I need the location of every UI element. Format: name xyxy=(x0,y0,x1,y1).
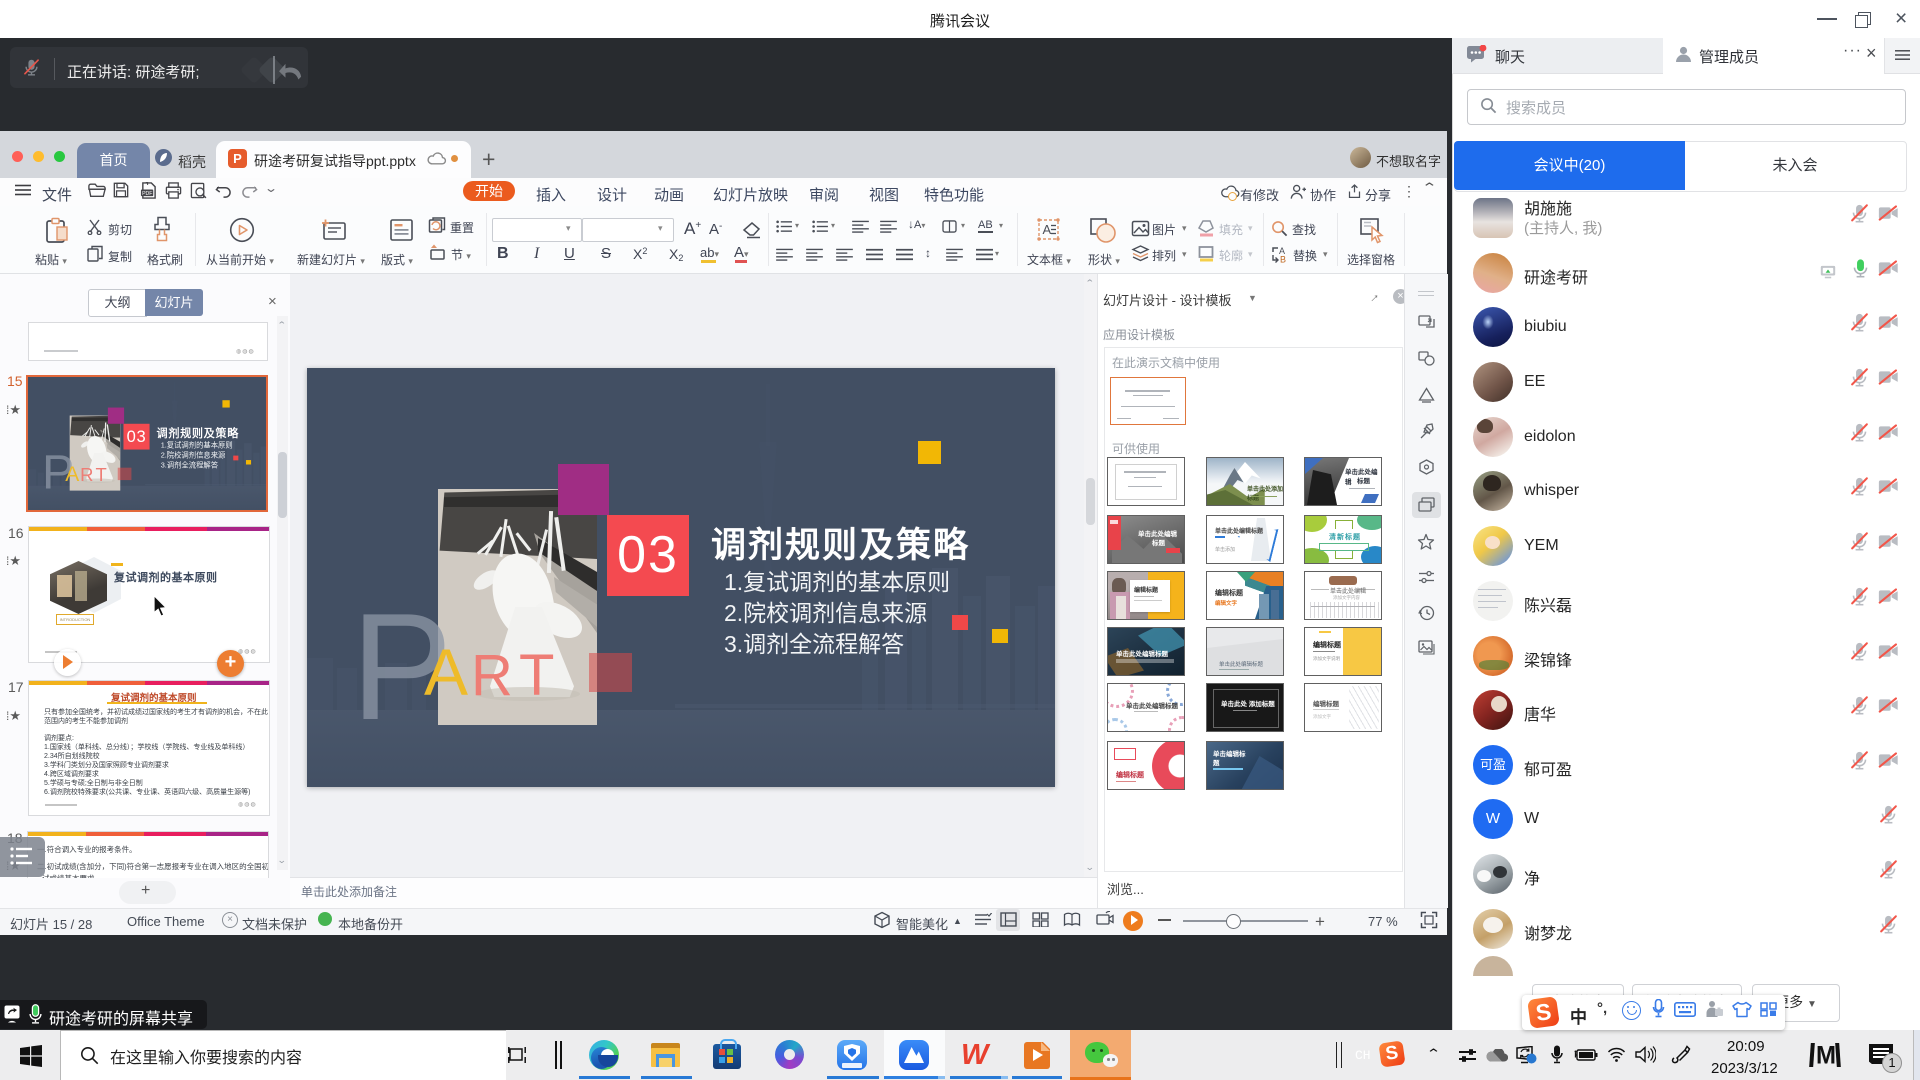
svg-text:B: B xyxy=(1280,255,1286,264)
svg-text:A: A xyxy=(1043,222,1052,237)
